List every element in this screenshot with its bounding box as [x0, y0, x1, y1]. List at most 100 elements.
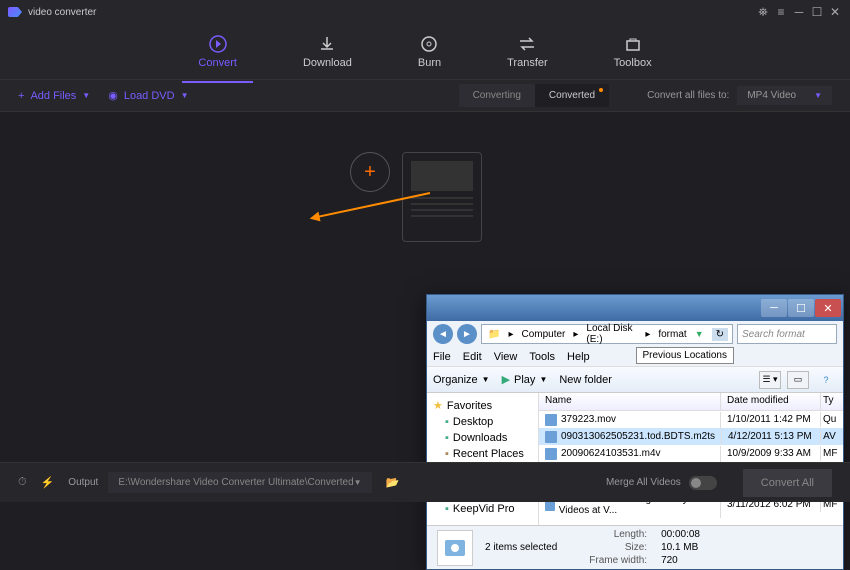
- back-button[interactable]: ◄: [433, 324, 453, 344]
- forward-button[interactable]: ►: [457, 324, 477, 344]
- nav-transfer[interactable]: Transfer: [499, 31, 556, 73]
- merge-toggle[interactable]: [689, 476, 717, 490]
- file-properties: Length:00:00:08 Size:10.1 MB Frame width…: [589, 529, 700, 566]
- menu-view[interactable]: View: [494, 351, 518, 363]
- organize-button[interactable]: Organize ▼: [433, 374, 490, 386]
- merge-section: Merge All Videos: [606, 476, 717, 490]
- explorer-sidebar: ★Favorites ▪Desktop ▪Downloads ▪Recent P…: [427, 393, 539, 525]
- file-date: 4/12/2011 5:13 PM: [722, 429, 821, 444]
- col-type[interactable]: Ty: [821, 393, 843, 410]
- thumbnail-icon: [437, 530, 473, 566]
- main-nav: Convert Download Burn Transfer Toolbox: [0, 24, 850, 80]
- file-row[interactable]: 090313062505231.tod.BDTS.m2ts4/12/2011 5…: [539, 428, 843, 445]
- output-section: Output E:\Wondershare Video Converter Ul…: [68, 472, 371, 493]
- chevron-right-icon: ▸: [571, 329, 580, 340]
- col-name[interactable]: Name: [539, 393, 721, 410]
- format-controls: Convert all files to: MP4 Video ▼: [647, 86, 832, 105]
- merge-label: Merge All Videos: [606, 477, 681, 488]
- explorer-body: ★Favorites ▪Desktop ▪Downloads ▪Recent P…: [427, 393, 843, 525]
- chevron-right-icon: ▸: [643, 329, 652, 340]
- previous-locations-tooltip: Previous Locations: [636, 347, 735, 364]
- app-logo: video converter: [8, 7, 96, 18]
- list-header: Name Date modified Ty: [539, 393, 843, 411]
- file-row[interactable]: 379223.mov1/10/2011 1:42 PMQu: [539, 411, 843, 428]
- favorites-header[interactable]: ★Favorites: [429, 397, 536, 414]
- chevron-right-icon: ▸: [506, 329, 515, 340]
- sidebar-recent[interactable]: ▪Recent Places: [429, 446, 536, 462]
- file-explorer-dialog: ─ ☐ ✕ ◄ ► 📁 ▸ Computer ▸ Local Disk (E:)…: [426, 294, 844, 570]
- window-controls: ⛯ ≡ ─ ☐ ✕: [756, 5, 842, 19]
- close-icon[interactable]: ✕: [828, 5, 842, 19]
- load-dvd-button[interactable]: ◉ Load DVD ▼: [108, 89, 188, 102]
- minimize-icon[interactable]: ─: [792, 5, 806, 19]
- sidebar-downloads[interactable]: ▪Downloads: [429, 430, 536, 446]
- nav-label: Toolbox: [614, 57, 652, 69]
- dropdown-icon[interactable]: ▼: [693, 329, 706, 339]
- nav-convert[interactable]: Convert: [190, 31, 245, 73]
- minimize-icon[interactable]: ─: [761, 299, 787, 317]
- menu-help[interactable]: Help: [567, 351, 590, 363]
- toolbar: + Add Files ▼ ◉ Load DVD ▼ Converting Co…: [0, 80, 850, 112]
- toolbox-icon: [624, 35, 642, 53]
- nav-toolbox[interactable]: Toolbox: [606, 31, 660, 73]
- explorer-statusbar: 2 items selected Length:00:00:08 Size:10…: [427, 525, 843, 569]
- tab-converting[interactable]: Converting: [459, 84, 535, 107]
- file-name: 20090624103531.m4v: [561, 448, 661, 459]
- folder-open-icon[interactable]: 📂: [386, 476, 400, 489]
- download-icon: [318, 35, 336, 53]
- add-circle-button[interactable]: +: [350, 152, 390, 192]
- convert-all-button[interactable]: Convert All: [743, 469, 832, 497]
- crumb[interactable]: Local Disk (E:): [584, 323, 639, 345]
- refresh-icon[interactable]: ↻: [712, 328, 728, 341]
- sidebar-keepvid[interactable]: ▪KeepVid Pro: [429, 501, 536, 517]
- user-icon[interactable]: ⛯: [756, 5, 770, 19]
- col-date[interactable]: Date modified: [721, 393, 821, 410]
- new-folder-button[interactable]: New folder: [559, 374, 612, 386]
- play-button[interactable]: ▶ Play ▼: [502, 373, 548, 386]
- format-select[interactable]: MP4 Video ▼: [737, 86, 832, 105]
- menu-edit[interactable]: Edit: [463, 351, 482, 363]
- folder-icon: 📁: [486, 329, 502, 340]
- add-files-button[interactable]: + Add Files ▼: [18, 90, 90, 102]
- close-icon[interactable]: ✕: [815, 299, 841, 317]
- load-dvd-label: Load DVD: [124, 90, 175, 102]
- address-bar[interactable]: 📁 ▸ Computer ▸ Local Disk (E:) ▸ format …: [481, 324, 733, 344]
- output-path-input[interactable]: E:\Wondershare Video Converter Ultimate\…: [108, 472, 371, 493]
- menu-file[interactable]: File: [433, 351, 451, 363]
- search-input[interactable]: Search format: [737, 324, 837, 344]
- bottom-bar: ⏱ ⚡ Output E:\Wondershare Video Converte…: [0, 462, 850, 502]
- file-type: Qu: [821, 412, 843, 427]
- file-date: 10/9/2009 9:33 AM: [721, 446, 821, 461]
- logo-icon: [8, 7, 22, 17]
- empty-placeholder: +: [350, 152, 482, 242]
- file-icon: [545, 431, 557, 443]
- maximize-icon[interactable]: ☐: [788, 299, 814, 317]
- plus-icon: +: [18, 90, 24, 102]
- tab-converted[interactable]: Converted: [535, 84, 609, 107]
- settings-icon[interactable]: ≡: [774, 5, 788, 19]
- crumb[interactable]: format: [656, 329, 688, 340]
- chevron-down-icon: ▼: [814, 91, 822, 100]
- file-type: AV: [821, 429, 843, 444]
- crumb[interactable]: Computer: [519, 329, 567, 340]
- status-tabs: Converting Converted: [459, 84, 610, 107]
- nav-burn[interactable]: Burn: [410, 31, 449, 73]
- maximize-icon[interactable]: ☐: [810, 5, 824, 19]
- file-row[interactable]: 20090624103531.m4v 10/9/2009 9:33 AMMF: [539, 445, 843, 462]
- workspace: + ─ ☐ ✕ ◄ ► 📁 ▸ Computer ▸ Local Disk (E…: [0, 112, 850, 462]
- add-files-label: Add Files: [30, 90, 76, 102]
- view-mode-button[interactable]: ☰ ▾: [759, 371, 781, 389]
- speed-icon[interactable]: ⚡: [41, 476, 55, 489]
- disc-icon: [420, 35, 438, 53]
- preview-pane-button[interactable]: ▭: [787, 371, 809, 389]
- sidebar-desktop[interactable]: ▪Desktop: [429, 414, 536, 430]
- chevron-down-icon: ▼: [354, 478, 362, 487]
- file-icon: [545, 448, 557, 460]
- help-icon[interactable]: ?: [815, 371, 837, 389]
- file-type: MF: [821, 446, 843, 461]
- clock-icon[interactable]: ⏱: [18, 476, 27, 489]
- nav-download[interactable]: Download: [295, 31, 360, 73]
- file-list: Name Date modified Ty 379223.mov1/10/201…: [539, 393, 843, 525]
- menu-tools[interactable]: Tools: [529, 351, 555, 363]
- explorer-toolbar: Organize ▼ ▶ Play ▼ New folder ☰ ▾ ▭ ?: [427, 367, 843, 393]
